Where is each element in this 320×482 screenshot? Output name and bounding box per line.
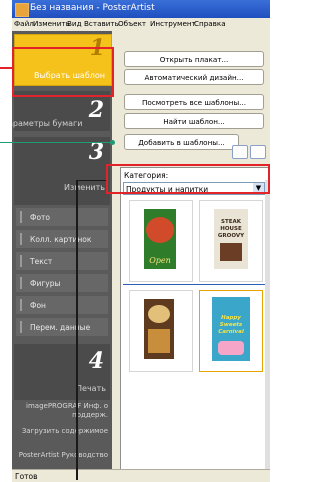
title-bar: Без названия - PosterArtist <box>12 0 270 18</box>
edit-item-background[interactable]: Фон <box>16 296 108 314</box>
link-support-info[interactable]: imagePROGRAF Инф. о поддерж. <box>16 402 108 420</box>
menu-help[interactable]: Справка <box>194 19 226 28</box>
template-thumbnail-selected[interactable]: Happy Sweets Carnival <box>199 290 263 372</box>
poster-image: STEAK HOUSE GROOVY <box>214 209 248 269</box>
open-poster-button[interactable]: Открыть плакат... <box>124 51 264 67</box>
template-panel: Открыть плакат... Автоматический дизайн.… <box>112 31 270 471</box>
step-number: 2 <box>88 97 104 123</box>
step-label: Параметры бумаги <box>12 119 83 128</box>
poster-image <box>144 299 174 359</box>
view-grid-icon[interactable] <box>250 145 266 159</box>
template-thumbnail[interactable] <box>129 290 193 372</box>
callout-dot-green <box>110 140 115 145</box>
status-text: Готов <box>15 472 38 481</box>
callout-line-category <box>76 180 78 480</box>
auto-design-button[interactable]: Автоматический дизайн... <box>124 69 264 85</box>
step-label: Изменить <box>64 183 105 192</box>
window-title: Без названия - PosterArtist <box>30 3 155 13</box>
step-paper-settings[interactable]: 2 Параметры бумаги <box>12 91 110 131</box>
find-template-button[interactable]: Найти шаблон... <box>124 113 264 129</box>
template-thumbnail[interactable]: STEAK HOUSE GROOVY <box>199 200 263 282</box>
scrollbar[interactable] <box>265 180 270 469</box>
highlight-select-template <box>12 47 114 97</box>
app-icon <box>15 3 29 17</box>
menu-tools[interactable]: Инструмент <box>150 19 196 28</box>
menu-view[interactable]: Вид <box>67 19 82 28</box>
poster-title: STEAK HOUSE GROOVY <box>217 219 245 239</box>
add-to-templates-button[interactable]: Добавить в шаблоны... <box>124 134 239 150</box>
link-download-content[interactable]: Загрузить содержимое <box>16 427 108 436</box>
edit-item-variable-data[interactable]: Перем. данные <box>16 318 108 336</box>
step-print[interactable]: 4 Печать <box>14 344 110 400</box>
status-bar: Готов <box>12 469 270 482</box>
edit-item-shapes[interactable]: Фигуры <box>16 274 108 292</box>
poster-title: Happy Sweets Carnival <box>218 315 244 335</box>
step-edit[interactable]: 3 Изменить <box>14 137 110 205</box>
template-thumbnail[interactable]: Open <box>129 200 193 282</box>
edit-item-clipart[interactable]: Колл. картинок <box>16 230 108 248</box>
highlight-category <box>106 164 270 194</box>
step-number: 4 <box>88 348 104 374</box>
menu-insert[interactable]: Вставить <box>84 19 119 28</box>
poster-title: Open <box>149 256 171 265</box>
callout-line-red <box>0 67 12 69</box>
step-label: Печать <box>76 384 106 393</box>
edit-item-photo[interactable]: Фото <box>16 208 108 226</box>
edit-item-text[interactable]: Текст <box>16 252 108 270</box>
menu-file[interactable]: Файл <box>14 19 34 28</box>
row-divider <box>123 284 269 285</box>
poster-image: Open <box>144 209 176 269</box>
category-panel: Категория: Продукты и напитки ▼ Open STE… <box>120 167 270 471</box>
link-manual[interactable]: PosterArtist Руководство <box>16 451 108 460</box>
view-all-templates-button[interactable]: Посмотреть все шаблоны... <box>124 94 264 110</box>
menu-edit[interactable]: Изменить <box>33 19 70 28</box>
poster-image: Happy Sweets Carnival <box>212 297 250 361</box>
menu-bar: Файл Изменить Вид Вставить Объект Инстру… <box>12 18 270 32</box>
menu-object[interactable]: Объект <box>118 19 146 28</box>
callout-line-category-h <box>76 180 106 181</box>
view-list-icon[interactable] <box>232 145 248 159</box>
callout-line-green <box>0 142 112 143</box>
